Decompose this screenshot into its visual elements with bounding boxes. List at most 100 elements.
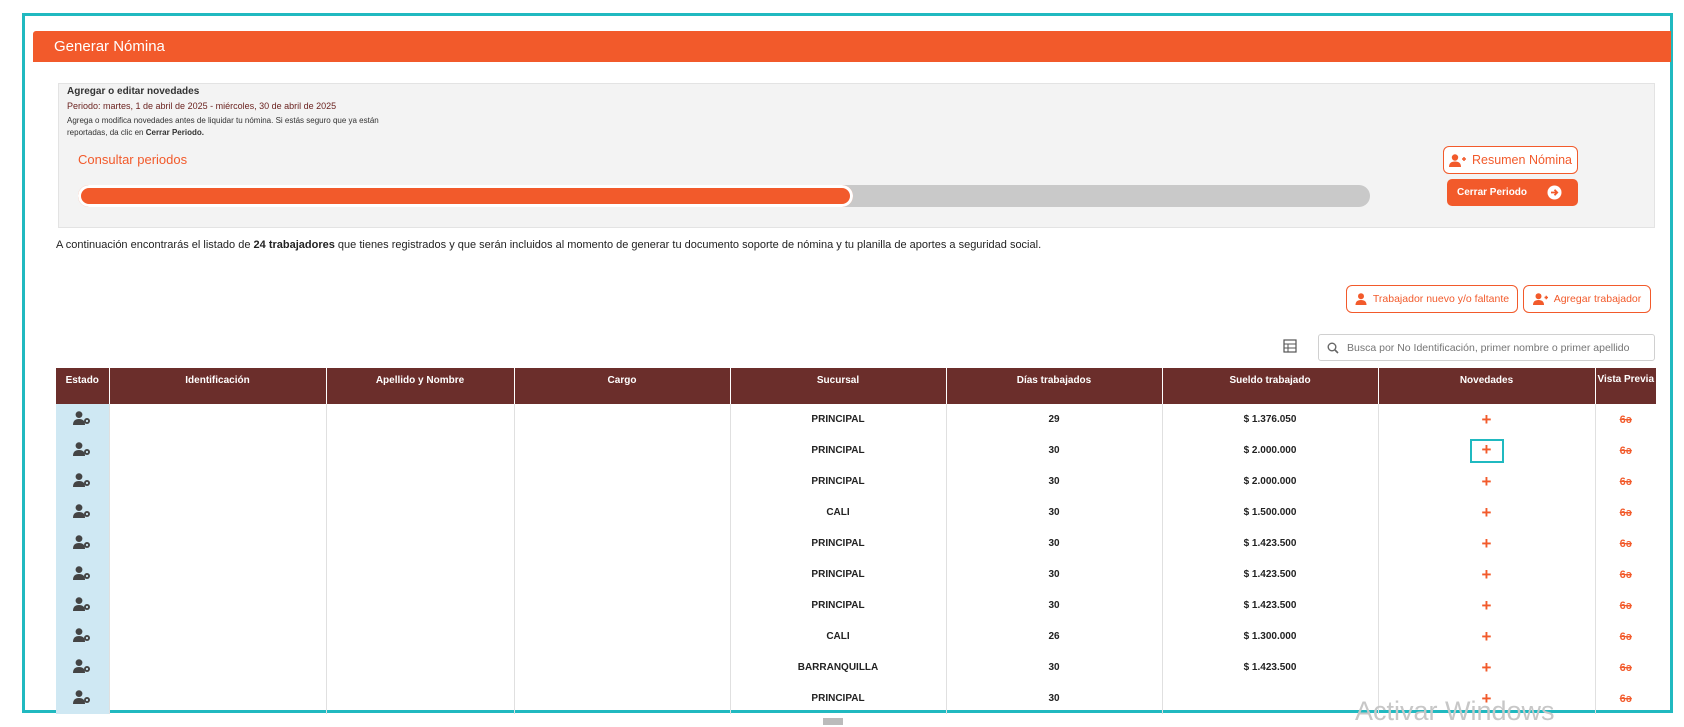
user-settings-icon[interactable] <box>73 411 91 425</box>
preview-glasses-icon[interactable]: 6ə <box>1620 445 1632 457</box>
sucursal-cell: CALI <box>730 497 947 528</box>
agregar-trabajador-button[interactable]: Agregar trabajador <box>1523 285 1651 313</box>
identificacion-cell <box>109 652 327 683</box>
vista-previa-cell: 6ə <box>1595 404 1656 435</box>
user-settings-icon[interactable] <box>73 690 91 704</box>
nombre-cell <box>326 528 515 559</box>
col-novedades[interactable]: Novedades <box>1378 368 1596 404</box>
novedades-cell: + <box>1378 497 1596 528</box>
table-row: CALI 30 $ 1.500.000 +6ə <box>56 497 1656 528</box>
cargo-cell <box>514 621 731 652</box>
col-cargo[interactable]: Cargo <box>514 368 731 404</box>
cerrar-periodo-button[interactable]: Cerrar Periodo <box>1447 179 1578 206</box>
dias-cell: 29 <box>946 404 1163 435</box>
nombre-cell <box>326 435 515 466</box>
dias-cell: 30 <box>946 559 1163 590</box>
user-settings-icon[interactable] <box>73 628 91 642</box>
cargo-cell <box>514 497 731 528</box>
cargo-cell <box>514 528 731 559</box>
dias-cell: 30 <box>946 466 1163 497</box>
consultar-periodos-link[interactable]: Consultar periodos <box>78 152 187 167</box>
cargo-cell <box>514 652 731 683</box>
preview-glasses-icon[interactable]: 6ə <box>1620 569 1632 581</box>
add-novedad-icon[interactable]: + <box>1482 628 1492 645</box>
info-text: Agrega o modifica novedades antes de liq… <box>67 115 427 139</box>
table-row: PRINCIPAL 30 $ 2.000.000 +6ə <box>56 435 1656 466</box>
col-dias-trabajados[interactable]: Días trabajados <box>946 368 1163 404</box>
table-row: PRINCIPAL 30 $ 2.000.000 +6ə <box>56 466 1656 497</box>
preview-glasses-icon[interactable]: 6ə <box>1620 414 1632 426</box>
resumen-nomina-label: Resumen Nómina <box>1471 153 1573 167</box>
page-title: Generar Nómina <box>54 38 165 55</box>
col-estado[interactable]: Estado <box>56 368 110 404</box>
table-row: PRINCIPAL 30 $ 1.423.500 +6ə <box>56 528 1656 559</box>
sueldo-cell: $ 1.500.000 <box>1162 497 1379 528</box>
user-settings-icon[interactable] <box>73 597 91 611</box>
user-settings-icon[interactable] <box>73 504 91 518</box>
progress-fill <box>78 185 854 207</box>
sucursal-cell: PRINCIPAL <box>730 528 947 559</box>
search-input[interactable] <box>1345 340 1649 355</box>
preview-glasses-icon[interactable]: 6ə <box>1620 476 1632 488</box>
preview-glasses-icon[interactable]: 6ə <box>1620 631 1632 643</box>
identificacion-cell <box>109 497 327 528</box>
vista-previa-cell: 6ə <box>1595 590 1656 621</box>
preview-glasses-icon[interactable]: 6ə <box>1620 693 1632 705</box>
add-novedad-highlight: + <box>1469 438 1504 463</box>
dias-cell: 30 <box>946 683 1163 714</box>
sueldo-cell: $ 1.423.500 <box>1162 559 1379 590</box>
user-settings-icon[interactable] <box>73 442 91 456</box>
table-row: CALI 26 $ 1.300.000 +6ə <box>56 621 1656 652</box>
col-sucursal[interactable]: Sucursal <box>730 368 947 404</box>
identificacion-cell <box>109 466 327 497</box>
col-vista-previa[interactable]: Vista Previa <box>1595 368 1656 404</box>
col-sueldo-trabajado[interactable]: Sueldo trabajado <box>1162 368 1379 404</box>
add-novedad-icon[interactable]: + <box>1482 566 1492 583</box>
trabajador-nuevo-button[interactable]: Trabajador nuevo y/o faltante <box>1346 285 1518 313</box>
preview-glasses-icon[interactable]: 6ə <box>1620 600 1632 612</box>
add-novedad-icon[interactable]: + <box>1482 473 1492 490</box>
add-novedad-icon[interactable]: + <box>1482 504 1492 521</box>
add-novedad-icon[interactable]: + <box>1482 535 1492 552</box>
user-settings-icon[interactable] <box>73 535 91 549</box>
add-novedad-icon[interactable]: + <box>1482 659 1492 676</box>
estado-cell[interactable] <box>56 497 110 528</box>
estado-cell[interactable] <box>56 404 110 435</box>
cargo-cell <box>514 435 731 466</box>
vista-previa-cell: 6ə <box>1595 528 1656 559</box>
preview-glasses-icon[interactable]: 6ə <box>1620 507 1632 519</box>
identificacion-cell <box>109 528 327 559</box>
sucursal-cell: PRINCIPAL <box>730 683 947 714</box>
estado-cell[interactable] <box>56 621 110 652</box>
add-novedad-icon[interactable]: + <box>1482 411 1492 428</box>
add-novedad-icon[interactable]: + <box>1482 441 1492 458</box>
estado-cell[interactable] <box>56 590 110 621</box>
user-settings-icon[interactable] <box>73 659 91 673</box>
nombre-cell <box>326 621 515 652</box>
novedades-cell: + <box>1378 528 1596 559</box>
user-settings-icon[interactable] <box>73 473 91 487</box>
preview-glasses-icon[interactable]: 6ə <box>1620 538 1632 550</box>
scrollbar-thumb[interactable] <box>823 718 843 725</box>
user-add-icon <box>1448 153 1466 167</box>
estado-cell[interactable] <box>56 466 110 497</box>
estado-cell[interactable] <box>56 528 110 559</box>
col-identificacion[interactable]: Identificación <box>109 368 327 404</box>
preview-glasses-icon[interactable]: 6ə <box>1620 662 1632 674</box>
estado-cell[interactable] <box>56 652 110 683</box>
export-excel-icon[interactable] <box>1283 339 1297 353</box>
estado-cell[interactable] <box>56 683 110 714</box>
estado-cell[interactable] <box>56 559 110 590</box>
estado-cell[interactable] <box>56 435 110 466</box>
info-title: Agregar o editar novedades <box>67 86 200 97</box>
col-apellido-nombre[interactable]: Apellido y Nombre <box>326 368 515 404</box>
resumen-nomina-button[interactable]: Resumen Nómina <box>1443 146 1578 174</box>
user-settings-icon[interactable] <box>73 566 91 580</box>
add-novedad-icon[interactable]: + <box>1482 597 1492 614</box>
dias-cell: 30 <box>946 528 1163 559</box>
identificacion-cell <box>109 590 327 621</box>
cerrar-periodo-label: Cerrar Periodo <box>1457 187 1528 198</box>
sucursal-cell: PRINCIPAL <box>730 590 947 621</box>
nombre-cell <box>326 652 515 683</box>
search-box[interactable] <box>1318 334 1655 361</box>
